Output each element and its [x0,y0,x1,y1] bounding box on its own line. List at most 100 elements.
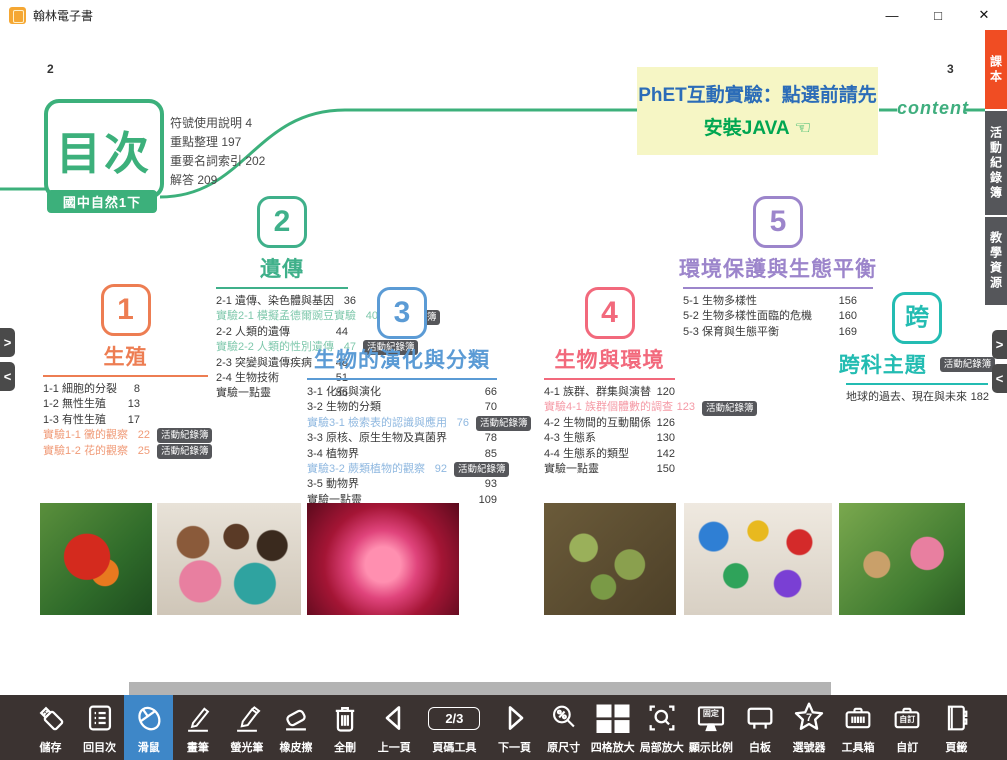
chapter-items: 4-1 族群、群集與演替120實驗4-1 族群個體數的調查123活動紀錄簿4-2… [544,385,675,477]
custom-case-icon: 自訂 [890,699,924,737]
tool-delete-all[interactable]: 全刪 [321,695,370,760]
toc-item[interactable]: 實驗一點靈150 [544,462,675,477]
activity-badge[interactable]: 活動紀錄簿 [157,428,213,443]
chapter-title: 環境保護與生態平衡 [679,253,877,283]
toc-item[interactable]: 3-5 動物界93 [307,477,497,492]
right-sidebar: 課本 活動紀錄簿 教學資源 [985,30,1007,307]
tool-pen[interactable]: 畫筆 [173,695,222,760]
toc-item[interactable]: 實驗1-1 黴的觀察22活動紀錄簿 [43,428,140,443]
area-zoom-icon [645,699,679,737]
horizontal-scrollbar[interactable] [129,682,831,695]
tool-number-picker[interactable]: 7 選號器 [785,695,834,760]
right-page-number: 3 [947,62,954,76]
photo-children-reading [157,503,301,615]
toc-item[interactable]: 4-2 生物間的互動關係126 [544,416,675,431]
chapter-items: 3-1 化石與演化663-2 生物的分類70實驗3-1 檢索表的認識與應用76活… [307,385,497,508]
chapter-rule [544,378,675,380]
right-edge-next-arrow[interactable]: > [992,330,1007,359]
chapter-title: 跨科主題 [839,349,927,379]
toc-item[interactable]: 1-1 細胞的分裂8 [43,382,140,397]
tool-toolbox[interactable]: 工具箱 [834,695,883,760]
bottom-toolbar: 儲存 回目次 滑鼠 畫筆 螢光筆 橡皮擦 全刪 上一頁 2/3 頁碼工具 下一頁… [0,695,1007,760]
tab-teaching-resources[interactable]: 教學資源 [985,217,1007,305]
toc-item[interactable]: 5-3 保育與生態平衡169 [683,325,857,340]
toc-item[interactable]: 地球的過去、現在與未來182 [846,390,988,405]
front-matter-item[interactable]: 解答 209 [170,171,265,190]
toc-item[interactable]: 實驗4-1 族群個體數的調查123活動紀錄簿 [544,400,675,415]
toc-item[interactable]: 3-1 化石與演化66 [307,385,497,400]
minimize-button[interactable]: — [869,0,915,30]
tool-prev-page[interactable]: 上一頁 [370,695,419,760]
chapter-4-organisms-environment: 4 生物與環境 4-1 族群、群集與演替120實驗4-1 族群個體數的調查123… [544,287,675,477]
toc-item[interactable]: 5-2 生物多樣性面臨的危機160 [683,309,857,324]
activity-badge[interactable]: 活動紀錄簿 [476,416,532,431]
book-label: 國中自然1下 [47,190,157,213]
left-edge-prev-arrow[interactable]: < [0,362,15,391]
phet-java-notice: PhET互動實驗：點選前請先 安裝JAVA ☜ [637,67,878,155]
toc-item[interactable]: 實驗1-2 花的觀察25活動紀錄簿 [43,444,140,459]
toolbox-icon [841,699,875,737]
front-matter-item[interactable]: 重要名詞索引 202 [170,152,265,171]
chapter-5-environmental-protection: 5 環境保護與生態平衡 5-1 生物多樣性1565-2 生物多樣性面臨的危機16… [683,196,873,340]
next-page-icon [498,699,532,737]
pointing-hand-icon: ☜ [794,118,811,139]
pen-icon [181,699,215,737]
tool-next-page[interactable]: 下一頁 [490,695,539,760]
toc-item[interactable]: 4-3 生態系130 [544,431,675,446]
front-matter-item[interactable]: 重點整理 197 [170,133,265,152]
chapter-1-reproduction: 1 生殖 1-1 細胞的分裂81-2 無性生殖131-3 有性生殖17實驗1-1… [43,284,208,459]
tool-custom[interactable]: 自訂 自訂 [883,695,932,760]
activity-badge[interactable]: 活動紀錄簿 [157,444,213,459]
tool-back-to-toc[interactable]: 回目次 [75,695,124,760]
notice-line1: PhET互動實驗：點選前請先 [637,80,878,107]
tool-highlighter[interactable]: 螢光筆 [222,695,271,760]
tool-mouse[interactable]: 滑鼠 [124,695,173,760]
trash-icon [328,699,362,737]
chapter-title: 遺傳 [260,253,304,283]
tab-activity-book[interactable]: 活動紀錄簿 [985,111,1007,215]
toc-item[interactable]: 3-2 生物的分類70 [307,400,497,415]
activity-badge[interactable]: 活動紀錄簿 [702,401,758,416]
toc-item[interactable]: 4-1 族群、群集與演替120 [544,385,675,400]
photo-butterfly-on-zinnia [40,503,152,615]
toc-item[interactable]: 3-4 植物界85 [307,447,497,462]
tool-area-zoom[interactable]: 局部放大 [637,695,686,760]
tool-save[interactable]: 儲存 [26,695,75,760]
chapter-rule [43,375,208,377]
chapter-badge: 1 [101,284,151,336]
right-edge-prev-arrow[interactable]: < [992,364,1007,393]
eraser-icon [279,699,313,737]
maximize-button[interactable]: □ [915,0,961,30]
title-bar: 翰林電子書 — □ ✕ [0,0,1007,30]
toc-item[interactable]: 4-4 生態系的類型142 [544,447,675,462]
toc-item[interactable]: 實驗3-1 檢索表的認識與應用76活動紀錄簿 [307,416,497,431]
toc-item[interactable]: 3-3 原核、原生生物及真菌界78 [307,431,497,446]
chapter-items: 1-1 細胞的分裂81-2 無性生殖131-3 有性生殖17實驗1-1 黴的觀察… [43,382,140,459]
tool-eraser[interactable]: 橡皮擦 [271,695,320,760]
chapter-items: 地球的過去、現在與未來182 [846,390,988,405]
star-picker-icon: 7 [790,699,828,737]
tool-page-indicator[interactable]: 2/3 頁碼工具 [419,695,490,760]
front-matter-item[interactable]: 符號使用說明 4 [170,114,265,133]
tool-page-tabs[interactable]: 頁籤 [932,695,981,760]
activity-badge[interactable]: 活動紀錄簿 [454,462,510,477]
usb-save-icon [34,699,68,737]
app-icon [9,7,26,24]
photo-sea-anemone [307,503,459,615]
toc-item[interactable]: 1-2 無性生殖13 [43,397,140,412]
left-edge-next-arrow[interactable]: > [0,328,15,357]
close-button[interactable]: ✕ [961,0,1007,30]
page-tabs-icon [939,699,973,737]
window-title: 翰林電子書 [33,7,93,24]
chapter-rule [307,378,497,380]
tool-four-grid-zoom[interactable]: 四格放大 [588,695,637,760]
toc-item[interactable]: 5-1 生物多樣性156 [683,294,857,309]
tool-display-ratio[interactable]: 固定 顯示比例 [686,695,735,760]
activity-badge[interactable]: 活動紀錄簿 [940,357,996,372]
tool-original-size[interactable]: 原尺寸 [539,695,588,760]
toc-item[interactable]: 實驗3-2 蕨類植物的觀察92活動紀錄簿 [307,462,497,477]
tool-whiteboard[interactable]: 白板 [735,695,784,760]
tab-textbook[interactable]: 課本 [985,30,1007,109]
mouse-icon [132,699,166,737]
toc-item[interactable]: 1-3 有性生殖17 [43,413,140,428]
